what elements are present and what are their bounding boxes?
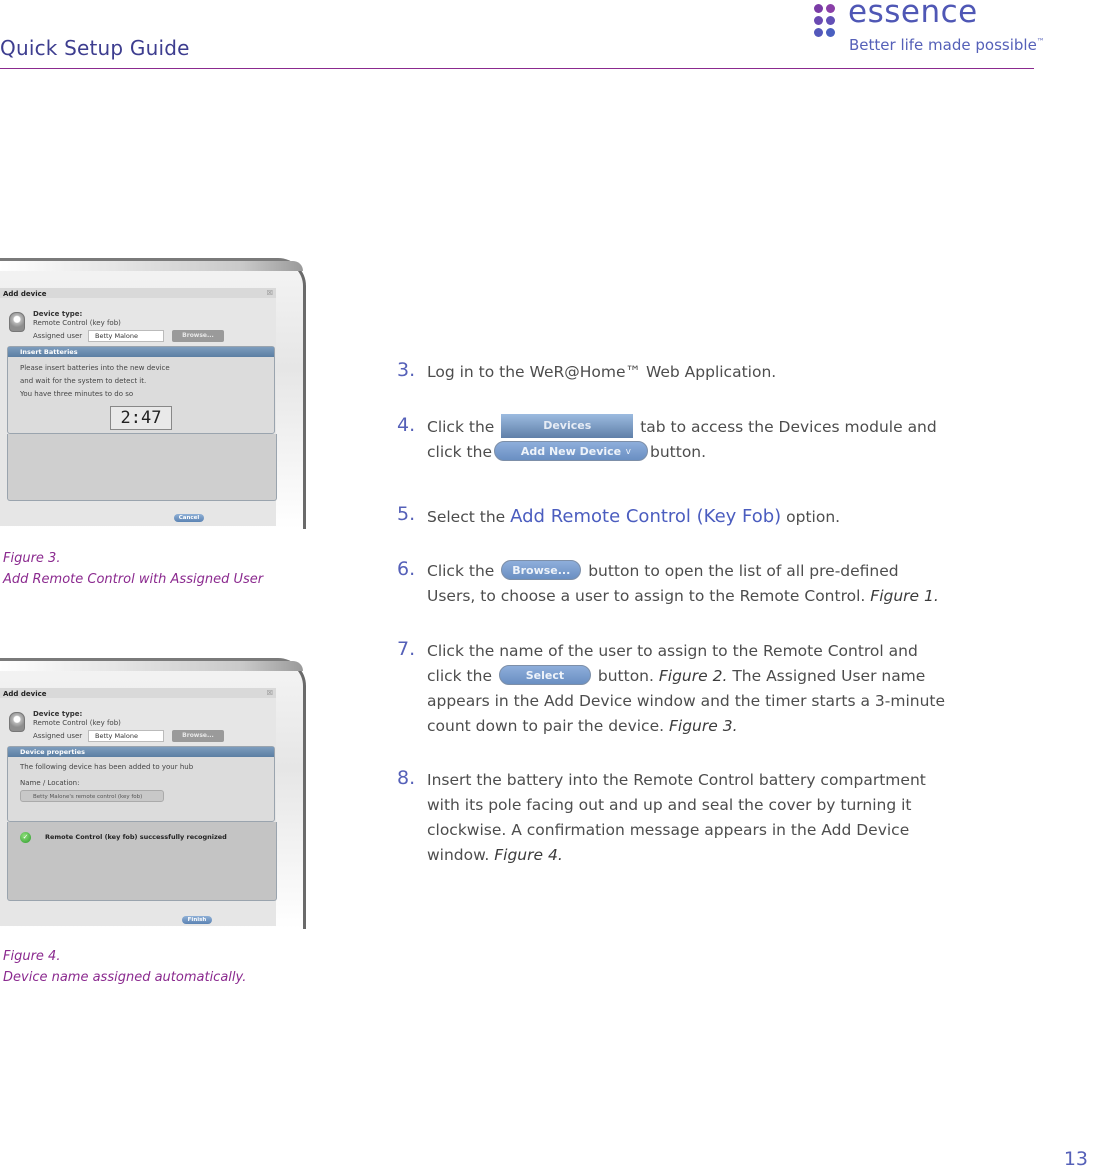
name-location-label: Name / Location: [20, 779, 80, 787]
dialog-title: Add device [3, 290, 47, 298]
assigned-user-label: Assigned user [33, 732, 83, 740]
panel-title: Device properties [8, 747, 274, 757]
step-text: Log in to the WeR@Home™ Web Application. [427, 363, 777, 381]
browse-button-image: Browse... [501, 559, 582, 580]
device-type-label: Device type: [33, 710, 83, 718]
figure-reference: Figure 1. [870, 587, 939, 605]
header-divider [0, 68, 1034, 69]
browse-button[interactable]: Browse... [172, 730, 224, 742]
add-new-device-button-image: Add New Device v [494, 440, 648, 461]
countdown-timer: 2:47 [110, 406, 172, 430]
assigned-user-field[interactable]: Betty Malone [88, 730, 164, 742]
figure-4-caption: Figure 4. Device name assigned automatic… [3, 949, 247, 985]
success-check-icon: ✓ [20, 832, 31, 843]
step-6: 6. Click the Browse... button to open th… [397, 558, 939, 605]
panel-title: Insert Batteries [8, 347, 274, 357]
step-5: 5. Select the Add Remote Control (Key Fo… [397, 503, 841, 527]
step-number: 7. [397, 638, 416, 660]
step-number: 6. [397, 558, 416, 580]
key-fob-icon [9, 712, 25, 732]
step-number: 3. [397, 359, 416, 381]
option-highlight: Add Remote Control (Key Fob) [510, 506, 782, 527]
figure-3-screenshot: Add device ☒ Device type: Remote Control… [0, 258, 306, 529]
device-type-value: Remote Control (key fob) [33, 719, 121, 727]
devices-tab-image: Devices [501, 413, 634, 438]
step-number: 4. [397, 414, 416, 436]
close-icon[interactable]: ☒ [267, 689, 273, 697]
step-8: 8. Insert the battery into the Remote Co… [397, 767, 926, 864]
dialog-title: Add device [3, 690, 47, 698]
figure-reference: Figure 4. [494, 846, 563, 864]
finish-button[interactable]: Finish [182, 916, 212, 924]
assigned-user-label: Assigned user [33, 332, 83, 340]
page-number: 13 [1063, 1148, 1088, 1170]
add-device-dialog: Add device ☒ Device type: Remote Control… [0, 288, 277, 526]
logo-wordmark: essence [848, 0, 978, 30]
added-message: The following device has been added to y… [20, 763, 194, 771]
dialog-empty-area [7, 434, 277, 501]
figure-4-screenshot: Add device ☒ Device type: Remote Control… [0, 658, 306, 929]
status-area: ✓ Remote Control (key fob) successfully … [7, 822, 277, 901]
device-type-label: Device type: [33, 310, 83, 318]
step-4: 4. Click the Devices tab to access the D… [397, 413, 937, 461]
key-fob-icon [9, 312, 25, 332]
instruction-line: You have three minutes to do so [20, 390, 134, 398]
figure-3-caption: Figure 3. Add Remote Control with Assign… [3, 551, 264, 587]
instruction-line: and wait for the system to detect it. [20, 377, 147, 385]
insert-batteries-panel: Insert Batteries Please insert batteries… [7, 346, 275, 434]
step-3: 3. Log in to the WeR@Home™ Web Applicati… [397, 359, 967, 385]
select-button-image: Select [498, 664, 591, 685]
success-message: Remote Control (key fob) successfully re… [45, 833, 227, 841]
name-location-field[interactable]: Betty Malone's remote control (key fob) [20, 790, 164, 802]
browse-button[interactable]: Browse... [172, 330, 224, 342]
figure-reference: Figure 2. [658, 667, 728, 685]
add-device-dialog: Add device ☒ Device type: Remote Control… [0, 688, 277, 926]
device-properties-panel: Device properties The following device h… [7, 746, 275, 822]
document-title: Quick Setup Guide [0, 36, 190, 60]
step-7: 7. Click the name of the user to assign … [397, 638, 946, 735]
logo-tagline: Better life made possible™ [849, 36, 1045, 54]
step-number: 8. [397, 767, 416, 789]
assigned-user-field[interactable]: Betty Malone [88, 330, 164, 342]
figure-reference: Figure 3. [668, 717, 738, 735]
step-number: 5. [397, 503, 416, 525]
chevron-down-icon: v [625, 446, 631, 457]
device-type-value: Remote Control (key fob) [33, 319, 121, 327]
logo-dots-icon [812, 2, 842, 42]
close-icon[interactable]: ☒ [267, 289, 273, 297]
cancel-button[interactable]: Cancel [174, 514, 204, 522]
essence-logo: essence Better life made possible™ [812, 0, 1045, 60]
instruction-line: Please insert batteries into the new dev… [20, 364, 170, 372]
